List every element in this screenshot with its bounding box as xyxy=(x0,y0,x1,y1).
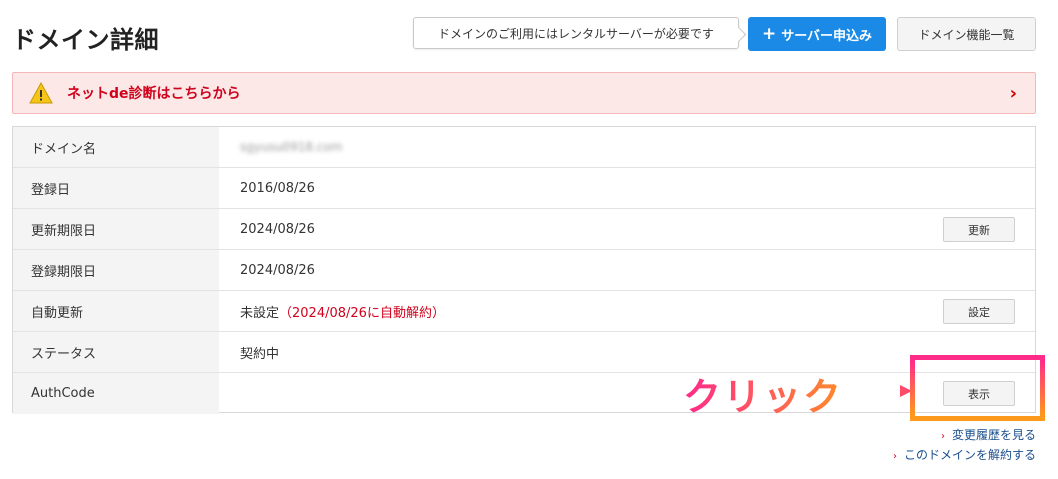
status-value: 契約中 xyxy=(240,346,280,362)
caret-right-icon: › xyxy=(940,431,945,442)
table-row: 登録日 2016/08/26 xyxy=(13,168,1035,209)
row-label: AuthCode xyxy=(13,373,219,414)
domain-name-value: sgyusu0918.com xyxy=(240,127,342,167)
change-history-link[interactable]: › 変更履歴を見る xyxy=(893,426,1036,446)
alert-text: ネットde診断はこちらから xyxy=(67,86,241,102)
click-annotation: クリック xyxy=(683,366,843,421)
page-title: ドメイン詳細 xyxy=(12,26,159,54)
domain-features-button[interactable]: ドメイン機能一覧 xyxy=(897,17,1036,51)
change-history-label: 変更履歴を見る xyxy=(951,428,1036,442)
server-apply-button[interactable]: + サーバー申込み xyxy=(748,17,886,51)
server-required-notice: ドメインのご利用にはレンタルサーバーが必要です xyxy=(413,17,739,49)
auto-cancel-note: （2024/08/26に自動解約） xyxy=(279,305,445,321)
domain-details-table: ドメイン名 sgyusu0918.com 登録日 2016/08/26 更新期限… xyxy=(12,126,1036,414)
authcode-highlight-box xyxy=(910,355,1045,421)
warning-icon xyxy=(29,82,53,104)
row-label: 登録期限日 xyxy=(13,250,219,290)
domain-name-blurred: sgyusu0918.com xyxy=(240,140,343,154)
table-row: ドメイン名 sgyusu0918.com xyxy=(13,127,1035,168)
cancel-domain-label: このドメインを解約する xyxy=(903,448,1036,462)
chevron-right-icon: › xyxy=(1009,83,1017,104)
row-label: ステータス xyxy=(13,332,219,372)
auto-renew-value: 未設定 （2024/08/26に自動解約） xyxy=(240,291,445,331)
caret-right-icon: › xyxy=(892,451,897,462)
row-label: ドメイン名 xyxy=(13,127,219,167)
table-row: ステータス 契約中 xyxy=(13,332,1035,373)
row-label: 自動更新 xyxy=(13,291,219,331)
table-row: 登録期限日 2024/08/26 xyxy=(13,250,1035,291)
server-apply-label: サーバー申込み xyxy=(781,28,873,44)
table-row: 自動更新 未設定 （2024/08/26に自動解約） 設定 xyxy=(13,291,1035,332)
row-label: 更新期限日 xyxy=(13,209,219,249)
renew-button[interactable]: 更新 xyxy=(943,217,1015,242)
registration-deadline-value: 2024/08/26 xyxy=(240,262,315,278)
registration-date-value: 2016/08/26 xyxy=(240,180,315,196)
renewal-deadline-value: 2024/08/26 xyxy=(240,221,315,237)
row-label: 登録日 xyxy=(13,168,219,208)
auto-renew-settings-button[interactable]: 設定 xyxy=(943,299,1015,324)
footer-links: › 変更履歴を見る › このドメインを解約する xyxy=(893,426,1036,466)
auto-renew-status: 未設定 xyxy=(240,305,280,321)
net-diagnosis-alert[interactable]: ネットde診断はこちらから › xyxy=(12,72,1036,114)
plus-icon: + xyxy=(761,23,777,44)
cancel-domain-link[interactable]: › このドメインを解約する xyxy=(893,446,1036,466)
table-row: 更新期限日 2024/08/26 更新 xyxy=(13,209,1035,250)
annotation-arrow-icon xyxy=(862,385,912,397)
